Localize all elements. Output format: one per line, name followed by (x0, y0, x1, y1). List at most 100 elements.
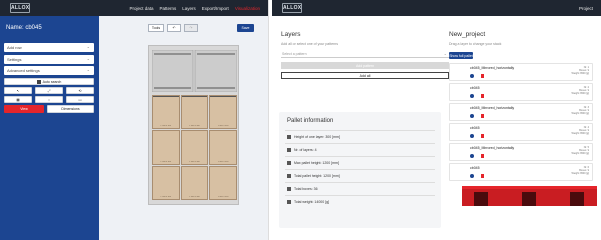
view-button[interactable]: View (4, 105, 44, 113)
layer-card[interactable]: cb045_Mirrored_horizontally Nr. 1 Boxes: … (449, 63, 593, 81)
layer-card[interactable]: cb045 Nr. 4 Boxes: 9 Weight 3500 [g] (449, 123, 593, 141)
dimensions-button[interactable]: Dimensions (47, 105, 94, 113)
box[interactable]: L 400 x 300 (180, 130, 209, 165)
box-label: L 400 x 300 (160, 125, 172, 128)
top-bar: ALLOX Project data Patterns Layers Expor… (0, 0, 268, 16)
brand-logo[interactable]: ALLOX (282, 3, 302, 13)
move-icon: ⤢ (47, 88, 51, 93)
auto-search-button[interactable]: Auto search (4, 78, 94, 85)
delete-icon[interactable] (481, 74, 484, 78)
delete-icon[interactable] (481, 174, 484, 178)
nav-visualization[interactable]: Visualization (235, 6, 260, 11)
pallet-info-title: Pallet information (287, 118, 334, 124)
edit-icon[interactable] (470, 154, 474, 158)
advanced-settings-select[interactable]: Advanced settings ⌄ (4, 66, 94, 75)
layer-meta: Nr. 1 Boxes: 9 Weight 3500 [g] (572, 66, 589, 75)
box[interactable]: L 400 x 300 (209, 95, 237, 130)
save-button[interactable]: Save (237, 24, 254, 32)
layer-card[interactable]: cb045 Nr. 6 Boxes: 9 Weight 3500 [g] (449, 163, 593, 181)
layer-meta: Nr. 5 Boxes: 9 Weight 3500 [g] (572, 146, 589, 155)
logo-text: ALLOX (11, 5, 30, 11)
add-row-select[interactable]: Add row ⌄ (4, 43, 94, 52)
tool-select-button[interactable]: ↖ (4, 87, 32, 94)
edit-icon[interactable] (470, 74, 474, 78)
tool-grid-button[interactable]: ▦ (4, 96, 32, 103)
layer-height-icon (287, 135, 291, 140)
edit-icon[interactable] (470, 114, 474, 118)
box[interactable]: L 400 x 300 (209, 165, 237, 200)
box[interactable]: L 400 x 300 (152, 95, 180, 130)
layer-name: cb045_Mirrored_horizontally (470, 66, 515, 70)
grid-icon: ▦ (16, 97, 20, 102)
box[interactable]: L 400 x 300 (152, 165, 180, 200)
box[interactable]: L 400 x 300 (180, 95, 209, 130)
add-pattern-button[interactable]: Add pattern (281, 62, 449, 69)
delete-icon[interactable] (481, 154, 484, 158)
preview-top-layer (462, 186, 597, 189)
edit-icon[interactable] (470, 174, 474, 178)
pallet-side-preview (462, 186, 597, 206)
tools-button[interactable]: Tools (148, 24, 164, 32)
pattern-select[interactable]: Select a pattern ⌄ (281, 51, 449, 58)
left-sidebar: Name: cb045 Add row ⌄ Settings ⌄ Advance… (0, 16, 99, 240)
divider (285, 169, 435, 170)
nav-project[interactable]: Project (579, 6, 593, 11)
layer-weight: Weight 3500 [g] (571, 172, 589, 175)
layer-card[interactable]: cb045_Mirrored_horizontally Nr. 5 Boxes: … (449, 143, 593, 161)
box[interactable]: L 400 x 300 (152, 130, 180, 165)
tool-vertical-button[interactable]: ↕ (35, 96, 63, 103)
tool-frame-button[interactable]: ▭ (66, 96, 94, 103)
show-full-pallet-button[interactable]: Show full pallet (449, 52, 473, 59)
edit-icon[interactable] (470, 134, 474, 138)
layers-subtitle: Add all or select one of your patterns (281, 42, 339, 46)
logo-text: ALLOX (283, 5, 302, 11)
add-all-button[interactable]: Add all (281, 72, 449, 79)
box[interactable]: L 400 x 300 (180, 165, 209, 200)
nav-layers[interactable]: Layers (182, 6, 196, 11)
box[interactable]: L 400 x 300 (209, 130, 237, 165)
advanced-settings-label: Advanced settings (7, 68, 40, 73)
delete-icon[interactable] (481, 114, 484, 118)
delete-icon[interactable] (481, 94, 484, 98)
layer-stack-list: cb045_Mirrored_horizontally Nr. 1 Boxes: … (449, 63, 595, 181)
chevron-down-icon: ⌄ (86, 56, 90, 61)
boxes-icon (287, 187, 291, 192)
tool-move-button[interactable]: ⤢ (35, 87, 63, 94)
dimensions-label: Dimensions (61, 107, 80, 111)
redo-button[interactable]: ↷ (184, 24, 198, 32)
settings-select[interactable]: Settings ⌄ (4, 55, 94, 64)
layer-weight: Weight 3500 [g] (571, 152, 589, 155)
project-title: New_project (449, 31, 486, 38)
info-text: Max pallet height: 1200 [mm] (294, 161, 339, 165)
nav-project-data[interactable]: Project data (130, 6, 154, 11)
layer-card[interactable]: cb045_Mirrored_horizontally Nr. 3 Boxes: … (449, 103, 593, 121)
info-layer-height: Height of one layer: 300 [mm] (287, 135, 340, 140)
layer-name: cb045 (470, 166, 480, 170)
pallet-fork-slot (474, 192, 488, 206)
brand-logo[interactable]: ALLOX (10, 3, 30, 13)
box-label: L 400 x 300 (189, 160, 200, 163)
pallet-fork-slot (522, 192, 536, 206)
nav-patterns[interactable]: Patterns (160, 6, 177, 11)
box-grid: L 400 x 300 L 400 x 300 L 400 x 300 L 40… (152, 95, 237, 200)
box-label: L 400 x 300 (189, 125, 200, 128)
layer-meta: Nr. 2 Boxes: 9 Weight 3500 [g] (572, 86, 589, 95)
tool-rotate-button[interactable]: ⟲ (66, 87, 94, 94)
top-bar: ALLOX Project (272, 0, 601, 16)
nav-export-import[interactable]: Export/Import (202, 6, 229, 11)
layer-name: cb045_Mirrored_horizontally (470, 146, 515, 150)
info-total-boxes: Total boxes: 36 (287, 187, 318, 192)
checkbox-icon (36, 79, 41, 84)
info-text: Height of one layer: 300 [mm] (294, 135, 340, 139)
delete-icon[interactable] (481, 134, 484, 138)
undo-button[interactable]: ↶ (167, 24, 181, 32)
layer-card[interactable]: cb045 Nr. 2 Boxes: 9 Weight 3500 [g] (449, 83, 593, 101)
project-subtitle: Drag a layer to change your stack (449, 42, 502, 46)
divider (285, 182, 435, 183)
edit-icon[interactable] (470, 94, 474, 98)
top-row-boxes (151, 49, 238, 93)
layer-meta: Nr. 4 Boxes: 9 Weight 3500 [g] (572, 126, 589, 135)
divider (285, 156, 435, 157)
layer-weight: Weight 3500 [g] (571, 72, 589, 75)
info-total-weight: Total weight: 14000 [g] (287, 200, 329, 205)
